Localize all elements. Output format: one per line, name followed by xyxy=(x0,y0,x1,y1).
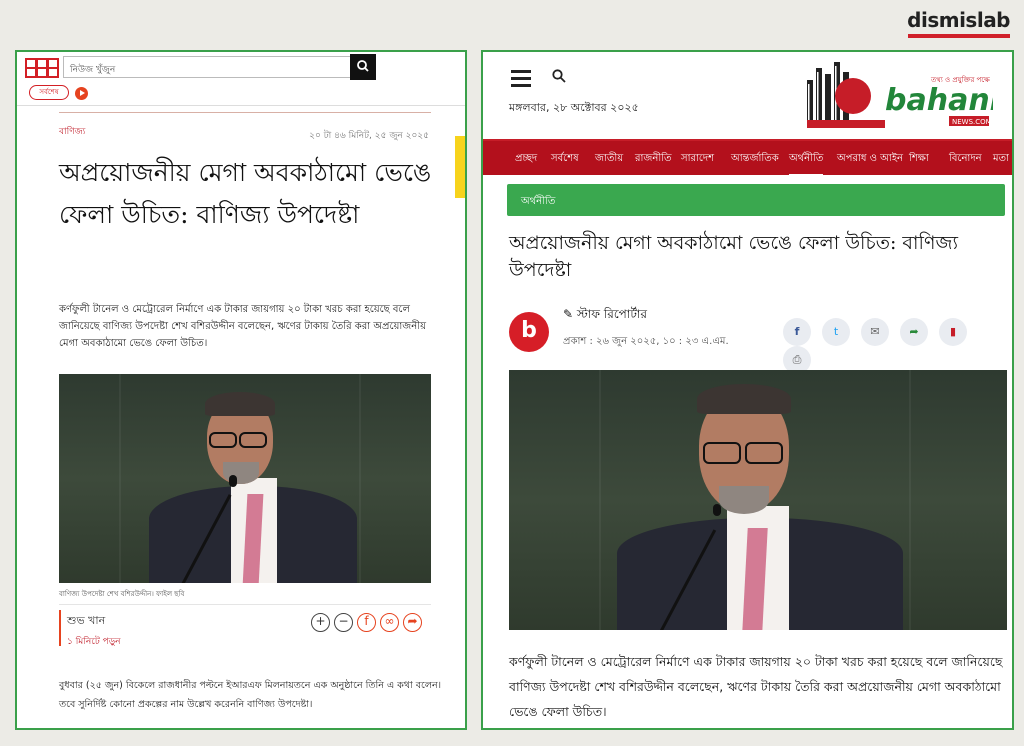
ad-strip xyxy=(455,136,465,198)
article-title: অপ্রয়োজনীয় মেগা অবকাঠামো ভেঙে ফেলা উচি… xyxy=(509,232,958,281)
dismislab-logo: dismislab xyxy=(907,8,1010,32)
play-icon[interactable] xyxy=(75,87,88,100)
svg-text:bahanno: bahanno xyxy=(885,83,993,118)
nav-item-international[interactable]: আন্তর্জাতিক xyxy=(731,151,779,168)
nav-item-economy[interactable]: অর্থনীতি xyxy=(789,151,824,176)
divider xyxy=(59,112,431,113)
share-icon[interactable]: ➦ xyxy=(900,318,928,346)
article-title: অপ্রয়োজনীয় মেগা অবকাঠামো ভেঙে ফেলা উচি… xyxy=(59,158,432,229)
nav-item-latest[interactable]: সর্বশেষ xyxy=(551,151,579,168)
mail-icon[interactable]: ✉ xyxy=(861,318,889,346)
svg-text:NEWS.COM: NEWS.COM xyxy=(952,118,992,126)
author-accent xyxy=(59,610,61,646)
plus-icon[interactable]: + xyxy=(311,613,330,632)
author-name[interactable]: শুভ খান xyxy=(67,612,105,631)
category-label[interactable]: বাণিজ্য xyxy=(59,124,85,139)
article-lead: কর্ণফুলী টানেল ও মেট্রোরেল নির্মাণে এক ট… xyxy=(59,304,426,349)
menu-icon[interactable] xyxy=(511,70,531,87)
article-photo xyxy=(509,370,1007,630)
main-navigation: প্রচ্ছদ সর্বশেষ জাতীয় রাজনীতি সারাদেশ আ… xyxy=(483,139,1012,176)
publish-date: ২০ টা ৪৬ মিনিট, ২৫ জুন ২০২৫ xyxy=(309,131,429,141)
search-button[interactable] xyxy=(350,54,376,80)
search-input[interactable]: নিউজ খুঁজুন xyxy=(63,56,351,78)
site-logo[interactable] xyxy=(25,58,59,78)
nav-item-country[interactable]: সারাদেশ xyxy=(681,151,714,168)
share-icon[interactable]: ➦ xyxy=(403,613,422,632)
bookmark-icon[interactable]: ▮ xyxy=(939,318,967,346)
nav-item-crime-law[interactable]: অপরাধ ও আইন xyxy=(837,151,903,168)
twitter-icon[interactable]: t xyxy=(822,318,850,346)
author-avatar: b xyxy=(509,312,549,352)
nav-item-opinion[interactable]: মতা xyxy=(993,151,1009,168)
nav-item-national[interactable]: জাতীয় xyxy=(595,151,623,168)
article-body: বুধবার (২৫ জুন) বিকেলে রাজধানীর পল্টনে ই… xyxy=(59,680,442,710)
nav-item-education[interactable]: শিক্ষা xyxy=(909,151,929,168)
author-name[interactable]: ✎ স্টাফ রিপোর্টার xyxy=(563,306,647,326)
link-icon[interactable]: ∞ xyxy=(380,613,399,632)
search-icon xyxy=(357,60,369,72)
category-banner[interactable]: অর্থনীতি xyxy=(507,184,1005,216)
right-screenshot-panel: মঙ্গলবার, ২৮ অক্টোবর ২০২৫ তথ্য ও প্রযুক্… xyxy=(481,50,1014,730)
left-screenshot-panel: নিউজ খুঁজুন সর্বশেষ বাণিজ্য ২০ টা ৪৬ মিন… xyxy=(15,50,467,730)
left-header: নিউজ খুঁজুন সর্বশেষ xyxy=(17,52,465,106)
nav-item-politics[interactable]: রাজনীতি xyxy=(635,151,672,168)
author-label: স্টাফ রিপোর্টার xyxy=(576,307,647,321)
article-photo xyxy=(59,374,431,583)
read-time: ১ মিনিটে পড়ুন xyxy=(67,637,121,647)
divider xyxy=(59,604,431,605)
photo-caption: বাণিজ্য উপদেষ্টা শেখ বশিরউদ্দীন। ফাইল ছব… xyxy=(59,590,185,598)
article-tools: + − f ∞ ➦ xyxy=(311,610,426,632)
current-date: মঙ্গলবার, ২৮ অক্টোবর ২০২৫ xyxy=(509,101,639,114)
article-body: কর্ণফুলী টানেল ও মেট্রোরেল নির্মাণে এক ট… xyxy=(509,654,1003,719)
latest-chip[interactable]: সর্বশেষ xyxy=(29,85,69,100)
share-bar: f t ✉ ➦ ▮⎙ xyxy=(783,318,1012,374)
nav-item-entertainment[interactable]: বিনোদন xyxy=(949,151,982,168)
brand-underline xyxy=(908,34,1010,38)
minus-icon[interactable]: − xyxy=(334,613,353,632)
search-icon[interactable] xyxy=(551,68,567,88)
pen-icon: ✎ xyxy=(563,307,577,321)
site-logo[interactable]: তথ্য ও প্রযুক্তির পক্ষে bahanno NEWS.COM xyxy=(803,54,1012,132)
publish-date: প্রকাশ : ২৬ জুন ২০২৫, ১০ : ২৩ এ.এম. xyxy=(563,336,729,347)
facebook-icon[interactable]: f xyxy=(357,613,376,632)
nav-item-home[interactable]: প্রচ্ছদ xyxy=(515,151,537,168)
facebook-icon[interactable]: f xyxy=(783,318,811,346)
